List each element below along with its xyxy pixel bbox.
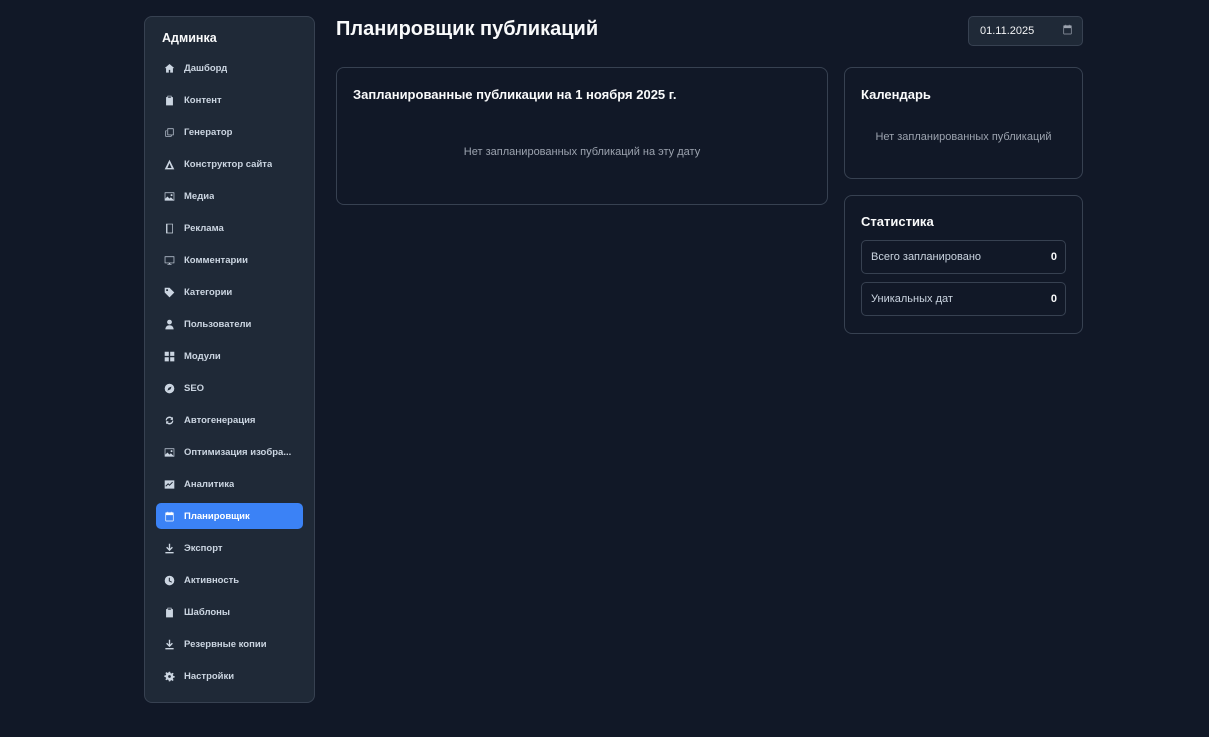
book-icon xyxy=(163,222,175,234)
sidebar-item-10[interactable]: Модули xyxy=(156,343,303,369)
sidebar-item-label: Контент xyxy=(184,94,222,106)
statistics-title: Статистика xyxy=(861,214,934,229)
stat-value: 0 xyxy=(1050,251,1057,263)
sidebar-item-16[interactable]: Экспорт xyxy=(156,535,303,561)
date-value: 01.11.2025 xyxy=(980,25,1035,37)
sidebar-item-14[interactable]: Аналитика xyxy=(156,471,303,497)
sidebar: Админка Дашборд Контент Генератор Конструкт… xyxy=(144,16,315,703)
empty-state-text: Нет запланированных публикаций на эту да… xyxy=(463,146,701,158)
compass-icon xyxy=(163,382,175,394)
sidebar-item-label: Дашборд xyxy=(184,62,228,74)
clipboard-icon xyxy=(163,606,175,618)
copy-icon xyxy=(163,126,175,138)
sidebar-item-19[interactable]: Резервные копии xyxy=(156,631,303,657)
statistics-card: Статистика Всего запланировано 0 Уникаль… xyxy=(844,195,1083,334)
sidebar-item-label: Экспорт xyxy=(184,542,223,554)
home-icon xyxy=(163,62,175,74)
sidebar-item-label: Комментарии xyxy=(184,254,248,266)
sidebar-item-label: SEO xyxy=(184,382,205,394)
sidebar-item-11[interactable]: SEO xyxy=(156,375,303,401)
sidebar-item-7[interactable]: Комментарии xyxy=(156,247,303,273)
tag-icon xyxy=(163,286,175,298)
sidebar-item-label: Резервные копии xyxy=(184,638,267,650)
sidebar-item-13[interactable]: Оптимизация изобра... xyxy=(156,439,303,465)
chart-icon xyxy=(163,478,175,490)
stat-total-scheduled: Всего запланировано 0 xyxy=(861,240,1066,274)
monitor-icon xyxy=(163,254,175,266)
clipboard-icon xyxy=(163,94,175,106)
sidebar-item-label: Модули xyxy=(184,350,221,362)
calendar-card: Календарь Нет запланированных публикаций xyxy=(844,67,1083,179)
image-icon xyxy=(163,190,175,202)
sidebar-nav: Дашборд Контент Генератор Конструктор сайта… xyxy=(156,55,303,689)
sidebar-item-20[interactable]: Настройки xyxy=(156,663,303,689)
sidebar-item-label: Настройки xyxy=(184,670,235,682)
sidebar-item-3[interactable]: Генератор xyxy=(156,119,303,145)
sidebar-item-6[interactable]: Реклама xyxy=(156,215,303,241)
sidebar-item-5[interactable]: Медиа xyxy=(156,183,303,209)
gear-icon xyxy=(163,670,175,682)
calendar-icon xyxy=(163,510,175,522)
sidebar-item-label: Медиа xyxy=(184,190,215,202)
sidebar-item-label: Аналитика xyxy=(184,478,235,490)
sidebar-item-label: Реклама xyxy=(184,222,224,234)
sidebar-brand: Админка xyxy=(162,31,217,45)
user-icon xyxy=(163,318,175,330)
sidebar-item-label: Пользователи xyxy=(184,318,252,330)
sidebar-item-15[interactable]: Планировщик xyxy=(156,503,303,529)
sidebar-item-label: Генератор xyxy=(184,126,233,138)
sidebar-item-label: Шаблоны xyxy=(184,606,231,618)
sidebar-item-label: Планировщик xyxy=(184,510,250,522)
download-icon xyxy=(163,542,175,554)
sidebar-item-12[interactable]: Автогенерация xyxy=(156,407,303,433)
sidebar-item-2[interactable]: Контент xyxy=(156,87,303,113)
sidebar-item-label: Конструктор сайта xyxy=(184,158,273,170)
calendar-empty-text: Нет запланированных публикаций xyxy=(875,131,1052,143)
clock-icon xyxy=(163,574,175,586)
sidebar-item-label: Активность xyxy=(184,574,240,586)
triangle-icon xyxy=(163,158,175,170)
sidebar-item-label: Автогенерация xyxy=(184,414,256,426)
stat-unique-dates: Уникальных дат 0 xyxy=(861,282,1066,316)
sidebar-item-4[interactable]: Конструктор сайта xyxy=(156,151,303,177)
sidebar-item-label: Категории xyxy=(184,286,233,298)
sidebar-item-18[interactable]: Шаблоны xyxy=(156,599,303,625)
stat-label: Уникальных дат xyxy=(871,293,953,305)
sidebar-item-17[interactable]: Активность xyxy=(156,567,303,593)
scheduled-posts-title: Запланированные публикации на 1 ноября 2… xyxy=(353,87,677,102)
download-icon xyxy=(163,638,175,650)
sidebar-item-label: Оптимизация изобра... xyxy=(184,446,292,458)
date-picker-input[interactable]: 01.11.2025 xyxy=(968,16,1083,46)
calendar-title: Календарь xyxy=(861,87,931,102)
page-title: Планировщик публикаций xyxy=(336,18,599,40)
calendar-icon[interactable] xyxy=(1062,24,1073,38)
sidebar-item-8[interactable]: Категории xyxy=(156,279,303,305)
sidebar-item-9[interactable]: Пользователи xyxy=(156,311,303,337)
grid-icon xyxy=(163,350,175,362)
stat-value: 0 xyxy=(1050,293,1057,305)
image-icon xyxy=(163,446,175,458)
scheduled-posts-card: Запланированные публикации на 1 ноября 2… xyxy=(336,67,828,205)
refresh-icon xyxy=(163,414,175,426)
stat-label: Всего запланировано xyxy=(871,251,982,263)
sidebar-item-1[interactable]: Дашборд xyxy=(156,55,303,81)
